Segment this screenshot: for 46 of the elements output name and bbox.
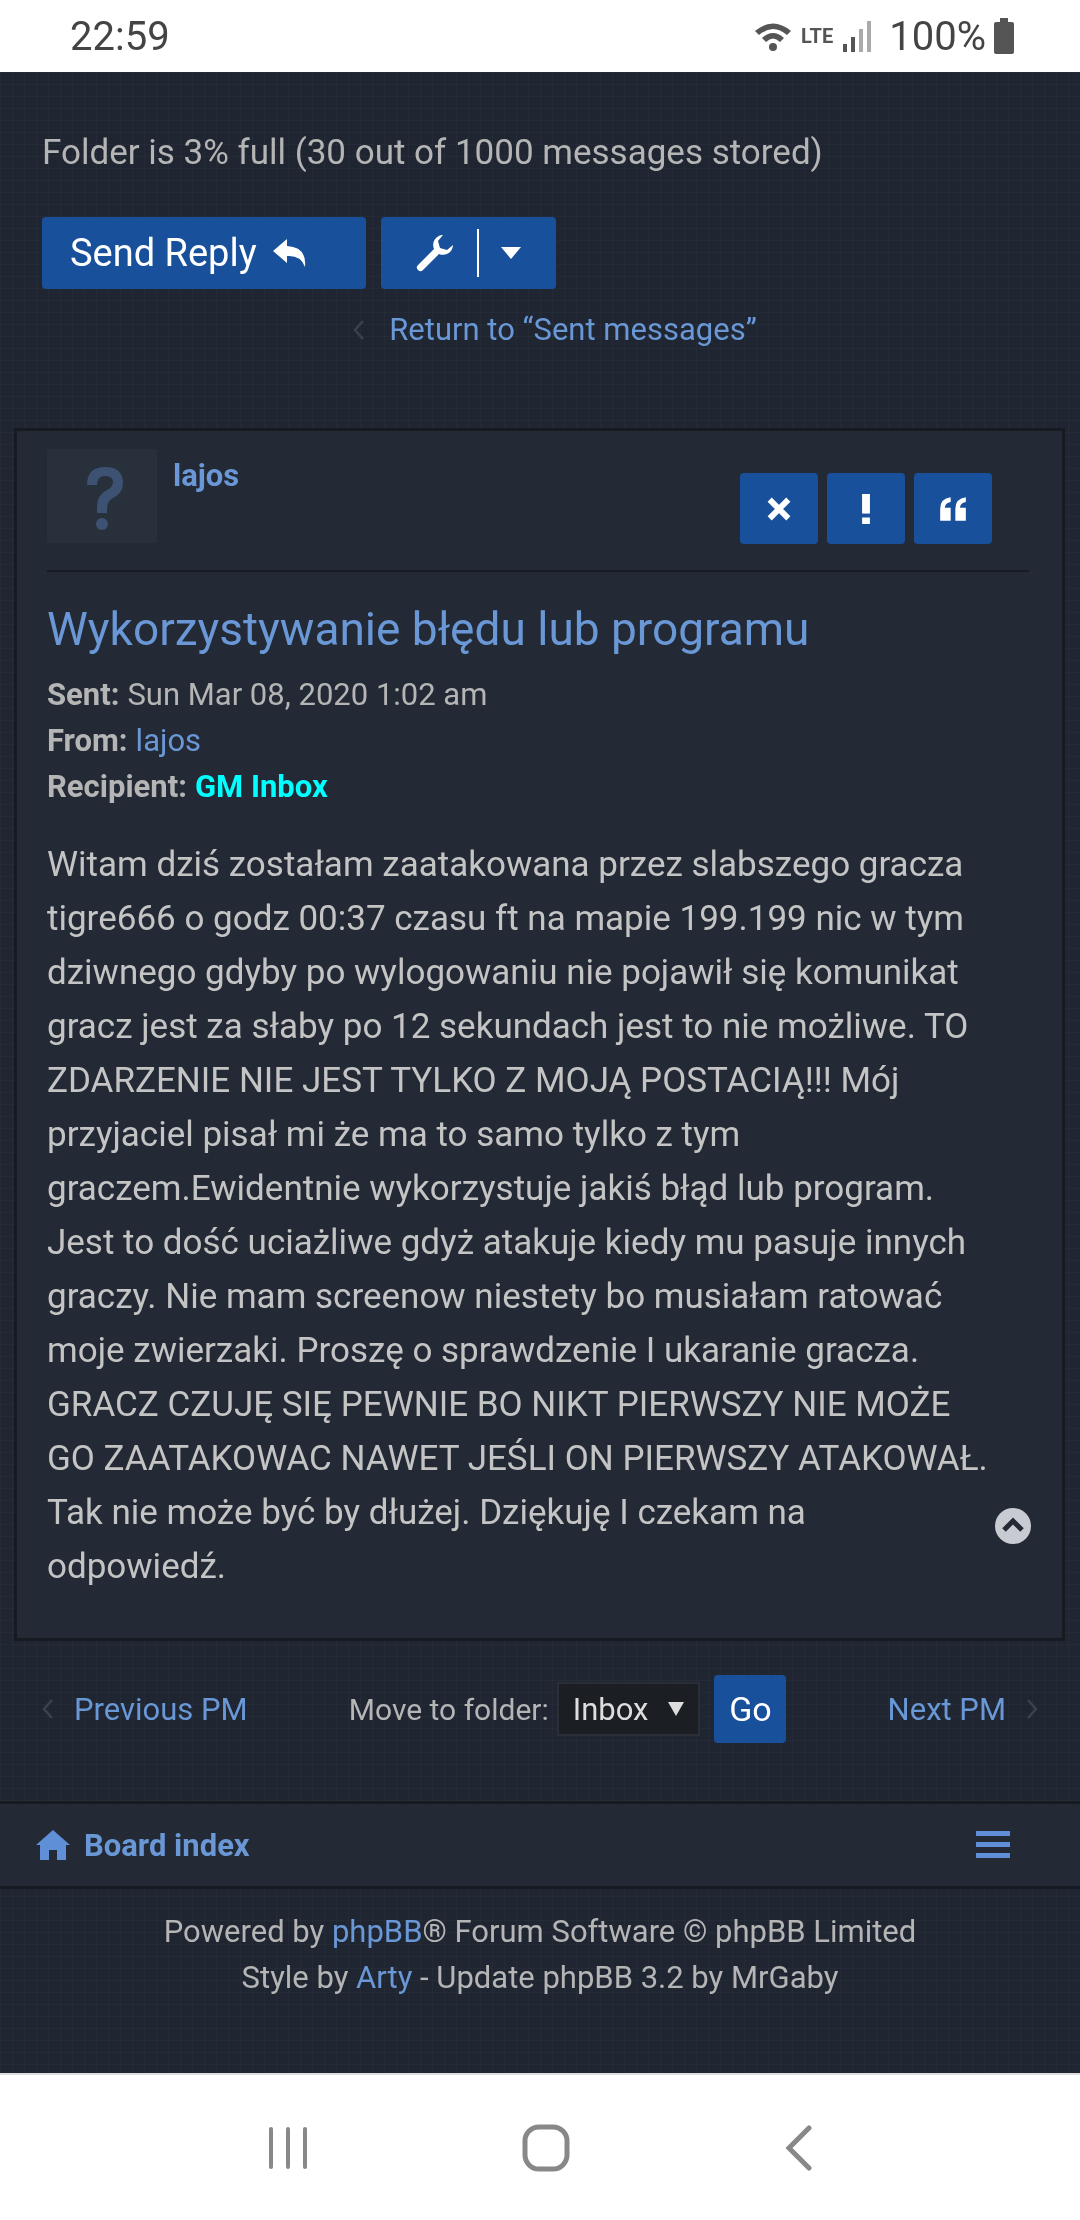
chevron-left-icon: [353, 318, 366, 341]
chevron-left-icon: [42, 1698, 54, 1720]
quote-button[interactable]: [914, 473, 992, 544]
home-icon: [35, 1829, 71, 1861]
battery-icon: [994, 18, 1014, 54]
return-link[interactable]: Return to “Sent messages”: [389, 311, 757, 348]
board-index-link[interactable]: Board index: [35, 1826, 250, 1864]
scroll-top-icon: [995, 1508, 1031, 1544]
move-folder-label: Move to folder:: [348, 1691, 549, 1727]
home-button-icon: [522, 2123, 570, 2172]
meta-label: Recipient:: [47, 768, 187, 805]
message-subject[interactable]: Wykorzystywanie błędu lub programu: [47, 602, 1029, 656]
next-pm-link[interactable]: Next PM: [887, 1690, 1006, 1728]
send-reply-button[interactable]: Send Reply: [42, 217, 366, 289]
recent-apps-icon: [266, 2124, 309, 2171]
wrench-icon: [415, 233, 455, 273]
back-icon: [783, 2124, 814, 2171]
tools-dropdown-button[interactable]: [381, 217, 556, 289]
menu-icon: [976, 1831, 1010, 1859]
footer-credit: Style by Arty - Update phpBB 3.2 by MrGaby: [240, 1958, 840, 1998]
chevron-right-icon: [1026, 1698, 1038, 1720]
footer-credit: Powered by phpBB® Forum Software © phpBB Limited: [162, 1912, 918, 1952]
quote-icon: [939, 494, 967, 523]
dropdown-arrow-icon: [668, 1702, 685, 1716]
meta-value: Sun Mar 08, 2020 1:02 am: [127, 676, 488, 713]
previous-pm-link[interactable]: Previous PM: [74, 1690, 248, 1728]
report-button[interactable]: [827, 473, 905, 544]
delete-button[interactable]: [740, 473, 818, 544]
clock-time: 22:59: [70, 12, 170, 60]
signal-icon: [841, 20, 872, 52]
go-button[interactable]: Go: [714, 1675, 787, 1743]
caret-icon: [501, 247, 521, 259]
author-link[interactable]: lajos: [135, 722, 202, 759]
credit-link[interactable]: Arty: [356, 1959, 413, 1996]
folder-select[interactable]: Inbox: [556, 1682, 701, 1736]
folder-status: Folder is 3% full (30 out of 1000 messages stored): [41, 131, 824, 173]
avatar-placeholder-icon: [47, 449, 157, 543]
recipient-link[interactable]: GM Inbox: [194, 768, 328, 805]
meta-label: Sent:: [47, 676, 120, 713]
author-link[interactable]: lajos: [173, 457, 240, 494]
exclamation-icon: [862, 493, 870, 524]
credit-link[interactable]: phpBB: [331, 1913, 423, 1950]
network-type: LTE: [801, 24, 834, 48]
meta-label: From:: [47, 722, 128, 759]
message-body: Witam dziś zostałam zaatakowana przez slabszego gracza tigre666 o godz 00:37 czasu ft na mapie 199.199 nic w tym dziwnego gdyby po wylogowaniu nie pojawił się komunikat gracz jest za słaby po 12 sekundach jest to nie możliwe. TO ZDARZENIE NIE JEST TYLKO Z MOJĄ POSTACIĄ!!! Mój przyjaciel pisał mi że ma to samo tylko z tym graczem.Ewidentnie wykorzystuje jakiś błąd lub program. Jest to dość uciażliwe gdyż atakuje kiedy mu pasuje innych graczy. Nie mam screenow niestety bo musiałam ratować moje zwierzaki. Proszę o sprawdzenie I ukaranie gracza. GRACZ CZUJĘ SIĘ PEWNIE BO NIKT PIERWSZY NIE MOŻE GO ZAATAKOWAC NAWET JEŚLI ON PIERWSZY ATAKOWAŁ. Tak nie może być by dłużej. Dziękuję I czekam na odpowiedź.: [47, 843, 989, 1589]
battery-level: 100%: [889, 12, 986, 60]
